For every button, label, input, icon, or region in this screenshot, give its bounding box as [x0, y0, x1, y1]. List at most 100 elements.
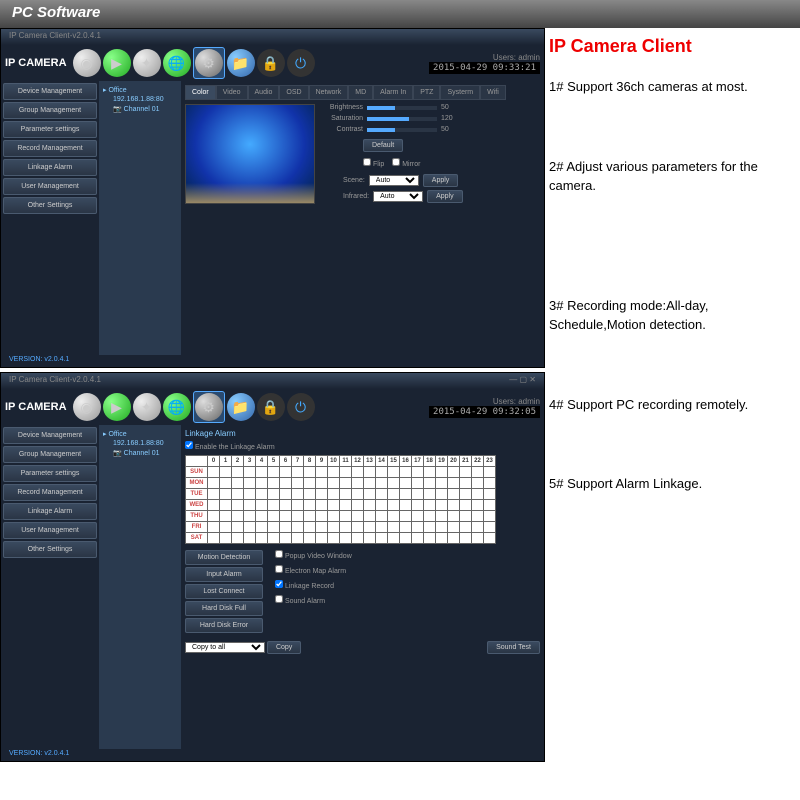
enable-linkage-check[interactable]: Enable the Linkage Alarm: [185, 444, 275, 451]
app-window-linkage: IP Camera Client-v2.0.4.1 — ▢ ✕ IP CAMER…: [0, 372, 545, 762]
tab-network[interactable]: Network: [309, 85, 349, 100]
lock-icon[interactable]: 🔒: [257, 49, 285, 77]
flip-check[interactable]: Flip: [363, 158, 384, 168]
camera-icon[interactable]: ◉: [73, 393, 101, 421]
tab-osd[interactable]: OSD: [279, 85, 308, 100]
promo-title: IP Camera Client: [549, 36, 796, 57]
play-icon[interactable]: ▶: [103, 49, 131, 77]
sidebar-item-device[interactable]: Device Management: [3, 83, 97, 100]
version-label: VERSION: v2.0.4.1: [5, 748, 73, 759]
saturation-slider[interactable]: [367, 117, 437, 121]
sound-test-button[interactable]: Sound Test: [487, 641, 540, 654]
infrared-apply[interactable]: Apply: [427, 190, 463, 203]
tree-ip[interactable]: 192.168.1.88:80: [103, 439, 177, 448]
globe-icon[interactable]: 🌐: [163, 393, 191, 421]
sidebar-item-parameter[interactable]: Parameter settings: [3, 465, 97, 482]
sidebar: Device Management Group Management Param…: [1, 425, 99, 749]
settings-group-selected: ⚙: [193, 391, 225, 423]
tab-audio[interactable]: Audio: [248, 85, 280, 100]
popup-check[interactable]: Popup Video Window: [275, 550, 352, 560]
sidebar-item-device[interactable]: Device Management: [3, 427, 97, 444]
map-check[interactable]: Electron Map Alarm: [275, 565, 352, 575]
lock-icon[interactable]: 🔒: [257, 393, 285, 421]
camera-icon[interactable]: ◉: [73, 49, 101, 77]
sidebar-item-group[interactable]: Group Management: [3, 102, 97, 119]
scene-label: Scene:: [343, 177, 365, 184]
feature-1: 1# Support 36ch cameras at most.: [549, 77, 796, 97]
device-tree: ▸ Office 192.168.1.88:80 📷 Channel 01: [99, 425, 181, 749]
sound-alarm-check[interactable]: Sound Alarm: [275, 595, 352, 605]
compass-icon[interactable]: ✦: [133, 49, 161, 77]
tab-md[interactable]: MD: [348, 85, 373, 100]
tab-system[interactable]: Systerm: [440, 85, 480, 100]
tab-alarm-in[interactable]: Alarm In: [373, 85, 413, 100]
feature-4: 4# Support PC recording remotely.: [549, 395, 796, 415]
sidebar-item-user[interactable]: User Management: [3, 178, 97, 195]
app-logo: IP CAMERA: [5, 57, 67, 69]
user-label: Users: admin: [429, 397, 540, 406]
app-body: Device Management Group Management Param…: [1, 81, 544, 355]
timestamp: 2015-04-29 09:33:21: [429, 62, 540, 74]
play-icon[interactable]: ▶: [103, 393, 131, 421]
sidebar-item-linkage[interactable]: Linkage Alarm: [3, 159, 97, 176]
contrast-slider[interactable]: [367, 128, 437, 132]
folder-icon[interactable]: 📁: [227, 49, 255, 77]
saturation-value: 120: [441, 115, 461, 122]
tab-video[interactable]: Video: [216, 85, 248, 100]
schedule-table[interactable]: 01234567891011121314151617181920212223 S…: [185, 455, 496, 544]
motion-detection-btn[interactable]: Motion Detection: [185, 550, 263, 565]
contrast-label: Contrast: [323, 126, 363, 133]
sidebar-item-user[interactable]: User Management: [3, 522, 97, 539]
tree-root[interactable]: ▸ Office: [103, 429, 177, 439]
bottom-row: Copy to all Copy Sound Test: [185, 641, 540, 654]
brightness-slider[interactable]: [367, 106, 437, 110]
saturation-label: Saturation: [323, 115, 363, 122]
device-tree: ▸ Office 192.168.1.88:80 📷 Channel 01: [99, 81, 181, 355]
sidebar: Device Management Group Management Param…: [1, 81, 99, 355]
contrast-value: 50: [441, 126, 461, 133]
folder-icon[interactable]: 📁: [227, 393, 255, 421]
tree-channel[interactable]: 📷 Channel 01: [103, 104, 177, 114]
tab-wifi[interactable]: Wifi: [480, 85, 506, 100]
gear-icon[interactable]: ⚙: [195, 393, 223, 421]
camera-preview: [185, 104, 315, 204]
linkage-panel: Linkage Alarm Enable the Linkage Alarm 0…: [181, 425, 544, 749]
tab-ptz[interactable]: PTZ: [413, 85, 440, 100]
infrared-select[interactable]: Auto: [373, 191, 423, 202]
tree-root[interactable]: ▸ Office: [103, 85, 177, 95]
sidebar-item-linkage[interactable]: Linkage Alarm: [3, 503, 97, 520]
sidebar-item-record[interactable]: Record Management: [3, 484, 97, 501]
toolbar: IP CAMERA ◉ ▶ ✦ 🌐 ⚙ 📁 🔒 ⏻ Users: admin 2…: [1, 389, 544, 425]
compass-icon[interactable]: ✦: [133, 393, 161, 421]
scene-apply[interactable]: Apply: [423, 174, 459, 187]
sidebar-item-parameter[interactable]: Parameter settings: [3, 121, 97, 138]
copy-select[interactable]: Copy to all: [185, 642, 265, 653]
hard-disk-error-btn[interactable]: Hard Disk Error: [185, 618, 263, 633]
power-icon[interactable]: ⏻: [287, 49, 315, 77]
tree-channel[interactable]: 📷 Channel 01: [103, 448, 177, 458]
gear-icon[interactable]: ⚙: [195, 49, 223, 77]
sidebar-item-record[interactable]: Record Management: [3, 140, 97, 157]
lost-connect-btn[interactable]: Lost Connect: [185, 584, 263, 599]
page-header: PC Software: [0, 0, 800, 28]
copy-button[interactable]: Copy: [267, 641, 301, 654]
brightness-row: Brightness 50: [323, 104, 540, 111]
power-icon[interactable]: ⏻: [287, 393, 315, 421]
tree-ip[interactable]: 192.168.1.88:80: [103, 95, 177, 104]
sidebar-item-other[interactable]: Other Settings: [3, 197, 97, 214]
app-window-parameters: IP Camera Client-v2.0.4.1 IP CAMERA ◉ ▶ …: [0, 28, 545, 368]
sidebar-item-group[interactable]: Group Management: [3, 446, 97, 463]
window-controls[interactable]: — ▢ ✕: [509, 375, 536, 387]
sidebar-item-other[interactable]: Other Settings: [3, 541, 97, 558]
linkage-record-check[interactable]: Linkage Record: [275, 580, 352, 590]
titlebar: IP Camera Client-v2.0.4.1: [1, 29, 544, 45]
tab-color[interactable]: Color: [185, 85, 216, 100]
mirror-check[interactable]: Mirror: [392, 158, 420, 168]
titlebar-text: IP Camera Client-v2.0.4.1: [9, 31, 101, 43]
scene-select[interactable]: Auto: [369, 175, 419, 186]
default-button[interactable]: Default: [363, 139, 403, 152]
globe-icon[interactable]: 🌐: [163, 49, 191, 77]
hard-disk-full-btn[interactable]: Hard Disk Full: [185, 601, 263, 616]
input-alarm-btn[interactable]: Input Alarm: [185, 567, 263, 582]
content-panel: Color Video Audio OSD Network MD Alarm I…: [181, 81, 544, 355]
